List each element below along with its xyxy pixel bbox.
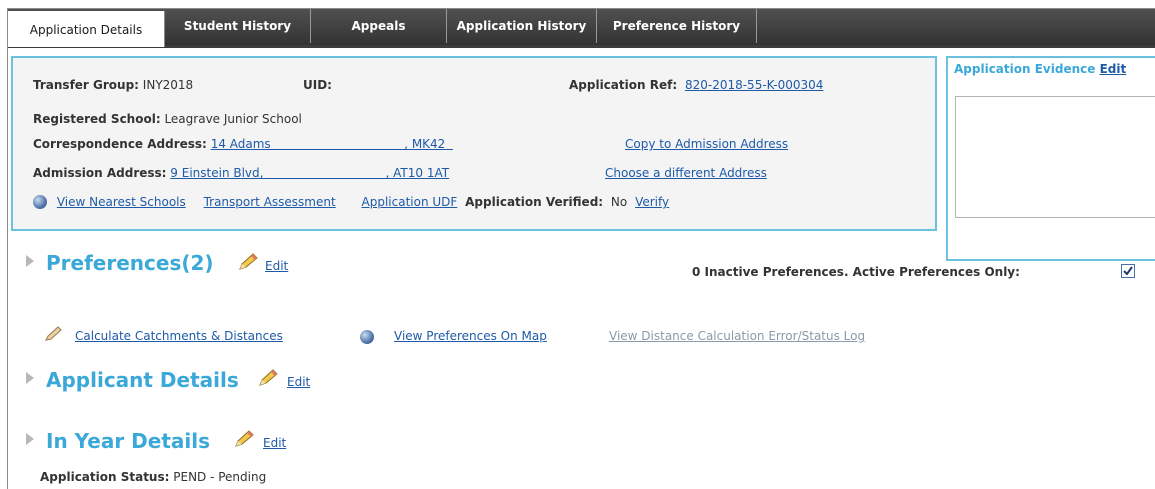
application-udf-link[interactable]: Application UDF bbox=[362, 195, 458, 209]
admission-address-link[interactable]: 9 Einstein Blvd, , AT10 1AT bbox=[170, 166, 449, 180]
preferences-edit-link[interactable]: Edit bbox=[265, 259, 288, 273]
application-ref-link[interactable]: 820-2018-55-K-000304 bbox=[685, 78, 823, 92]
application-evidence-title: Application Evidence Edit bbox=[954, 62, 1127, 76]
globe-icon bbox=[33, 195, 47, 209]
application-status: Application Status: PEND - Pending bbox=[40, 470, 267, 484]
evidence-edit-link[interactable]: Edit bbox=[1100, 62, 1127, 76]
globe-icon bbox=[360, 330, 374, 344]
verify-link[interactable]: Verify bbox=[635, 195, 669, 209]
ruler-pencil-icon bbox=[45, 326, 62, 341]
tab-bar: Application Details Student History Appe… bbox=[8, 9, 1155, 48]
pencil-icon bbox=[239, 253, 258, 270]
tab-student-history[interactable]: Student History bbox=[165, 9, 311, 43]
applicant-details-header: Applicant Details bbox=[46, 368, 239, 392]
tab-appeals[interactable]: Appeals bbox=[311, 9, 447, 43]
applicant-details-expand-icon[interactable] bbox=[26, 372, 34, 384]
tab-preference-history[interactable]: Preference History bbox=[597, 9, 757, 43]
action-row: View Nearest Schools Transport Assessmen… bbox=[33, 195, 669, 209]
correspondence-address: Correspondence Address: 14 Adams , MK42 bbox=[33, 137, 453, 151]
view-preferences-on-map-link[interactable]: View Preferences On Map bbox=[394, 329, 547, 343]
preferences-expand-icon[interactable] bbox=[26, 255, 34, 267]
transfer-group: Transfer Group: INY2018 bbox=[33, 78, 194, 92]
admission-address: Admission Address: 9 Einstein Blvd, , AT… bbox=[33, 166, 450, 180]
application-ref: Application Ref: 820-2018-55-K-000304 bbox=[569, 78, 824, 92]
active-preferences-only-checkbox[interactable] bbox=[1121, 264, 1135, 278]
view-distance-error-log-link[interactable]: View Distance Calculation Error/Status L… bbox=[609, 329, 865, 343]
tab-application-history[interactable]: Application History bbox=[447, 9, 597, 43]
in-year-details-expand-icon[interactable] bbox=[26, 433, 34, 445]
applicant-details-edit-link[interactable]: Edit bbox=[287, 375, 310, 389]
preferences-header: Preferences(2) bbox=[46, 251, 214, 275]
evidence-textarea[interactable] bbox=[955, 96, 1155, 218]
correspondence-address-link[interactable]: 14 Adams , MK42 bbox=[211, 137, 453, 151]
checkmark-icon bbox=[1123, 266, 1133, 276]
in-year-details-edit-link[interactable]: Edit bbox=[263, 436, 286, 450]
inactive-preferences-text: 0 Inactive Preferences. Active Preferenc… bbox=[692, 265, 1020, 279]
transport-assessment-link[interactable]: Transport Assessment bbox=[204, 195, 336, 209]
calculate-catchments-link[interactable]: Calculate Catchments & Distances bbox=[75, 329, 283, 343]
view-nearest-schools-link[interactable]: View Nearest Schools bbox=[57, 195, 186, 209]
pencil-icon bbox=[259, 369, 278, 386]
pencil-icon bbox=[235, 430, 254, 447]
uid: UID: bbox=[303, 78, 332, 92]
choose-different-address-link[interactable]: Choose a different Address bbox=[605, 166, 767, 180]
application-detail-panel: Transfer Group: INY2018 UID: Application… bbox=[11, 56, 937, 231]
tab-application-details[interactable]: Application Details bbox=[8, 11, 165, 47]
application-evidence-panel: Application Evidence Edit bbox=[946, 56, 1155, 261]
registered-school: Registered School: Leagrave Junior Schoo… bbox=[33, 112, 302, 126]
copy-to-admission-link[interactable]: Copy to Admission Address bbox=[625, 137, 788, 151]
in-year-details-header: In Year Details bbox=[46, 429, 211, 453]
